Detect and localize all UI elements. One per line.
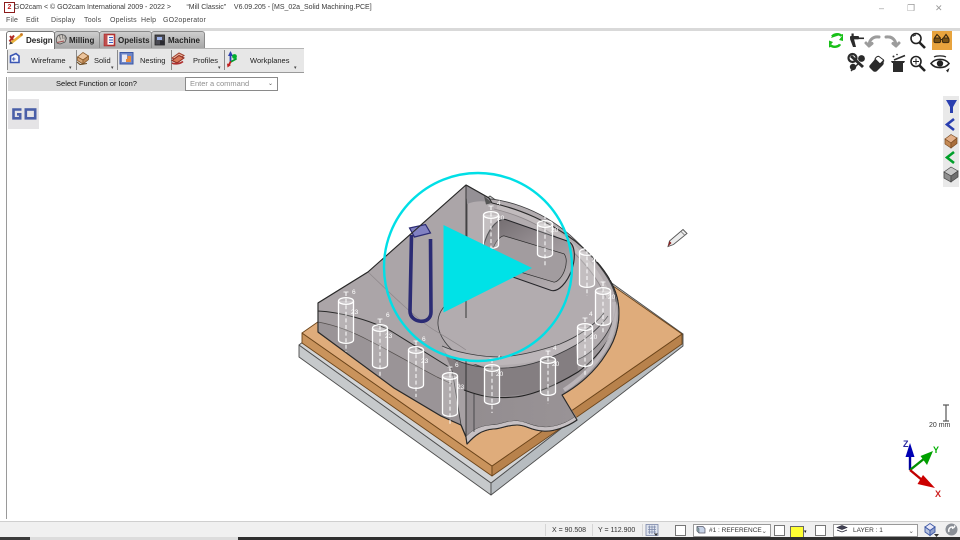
svg-text:20: 20 [496, 371, 504, 378]
svg-text:Y: Y [933, 445, 939, 455]
svg-text:20 mm: 20 mm [929, 422, 951, 429]
svg-text:6: 6 [386, 312, 390, 319]
svg-text:20: 20 [552, 361, 560, 368]
svg-text:6: 6 [455, 362, 459, 369]
svg-text:20: 20 [608, 294, 616, 301]
svg-text:20: 20 [551, 227, 559, 234]
svg-text:23: 23 [457, 384, 465, 391]
svg-text:X: X [935, 489, 941, 499]
svg-text:4: 4 [594, 237, 598, 244]
svg-text:Z: Z [903, 439, 909, 449]
svg-text:20: 20 [592, 257, 600, 264]
svg-text:4: 4 [589, 311, 593, 318]
svg-text:20: 20 [590, 334, 598, 341]
svg-text:4: 4 [497, 200, 501, 207]
svg-text:23: 23 [421, 358, 429, 365]
svg-text:4: 4 [610, 276, 614, 283]
svg-text:4: 4 [553, 345, 557, 352]
svg-text:23: 23 [351, 309, 359, 316]
svg-text:6: 6 [352, 289, 356, 296]
svg-text:20: 20 [497, 215, 505, 222]
svg-text:23: 23 [385, 333, 393, 340]
